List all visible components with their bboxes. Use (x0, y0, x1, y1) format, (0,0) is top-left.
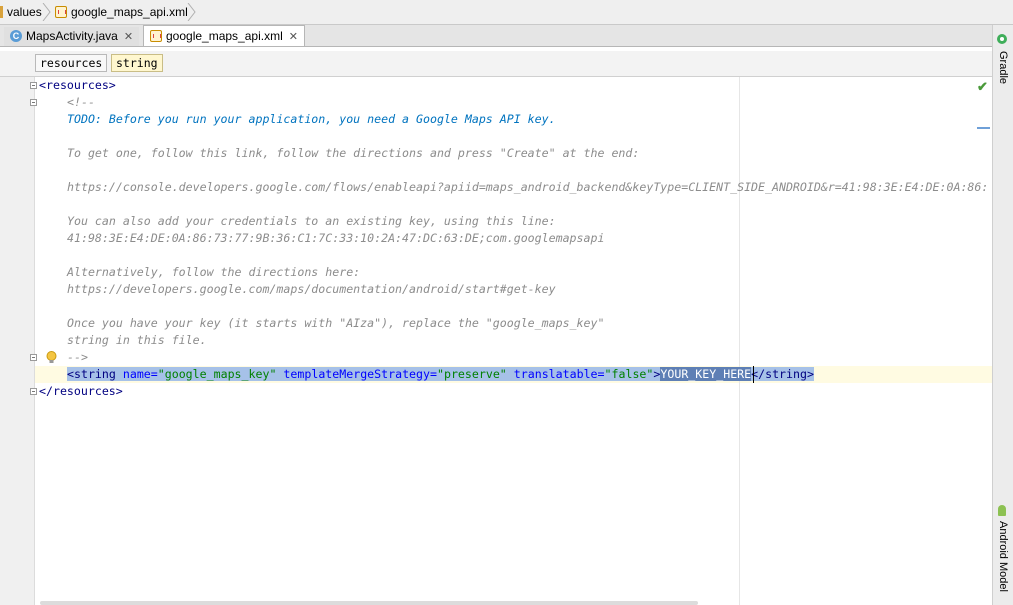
xml-file-icon (55, 6, 67, 18)
fold-marker-icon[interactable] (30, 82, 37, 89)
attribute-value: "google_maps_key" (157, 367, 277, 381)
code-line: Once you have your key (it starts with "… (67, 316, 605, 330)
path-item-string[interactable]: string (111, 54, 163, 72)
code-line: Alternatively, follow the directions her… (67, 265, 361, 279)
code-line: <resources> (39, 78, 116, 92)
attribute-value: "preserve" (436, 367, 507, 381)
editor-tab-bar: C MapsActivity.java ✕ google_maps_api.xml ✕ (0, 25, 992, 47)
android-icon (998, 505, 1006, 516)
checkmark-icon: ✔ (977, 79, 988, 94)
code-line: string in this file. (67, 333, 207, 347)
code-line: </resources> (39, 384, 123, 398)
close-icon[interactable]: ✕ (289, 31, 298, 43)
scroll-marker (977, 127, 990, 129)
code-line: https://console.developers.google.com/fl… (67, 180, 989, 194)
fold-marker-icon[interactable] (30, 354, 37, 361)
right-margin-guide (739, 77, 740, 605)
string-close-tag: </string> (751, 367, 814, 381)
tab-maps-activity[interactable]: C MapsActivity.java ✕ (4, 27, 140, 46)
code-line: To get one, follow this link, follow the… (67, 146, 640, 160)
code-line: TODO: Before you run your application, y… (67, 112, 556, 126)
gradle-tool-tab[interactable]: Gradle (997, 51, 1009, 84)
string-open-tag: <string (67, 367, 116, 381)
string-element-line: <string name="google_maps_key" templateM… (67, 366, 814, 383)
chevron-right-icon (42, 3, 51, 21)
code-line: You can also add your credentials to an … (67, 214, 556, 228)
gradle-icon (997, 34, 1007, 44)
fold-marker-icon[interactable] (30, 99, 37, 106)
navigation-breadcrumb: values google_maps_api.xml (0, 0, 1013, 25)
key-value-text[interactable]: YOUR_KEY_HERE (660, 367, 752, 381)
text-caret (753, 366, 754, 383)
xml-file-icon (150, 30, 162, 42)
code-line: --> (67, 350, 88, 364)
editor-gutter (0, 77, 35, 605)
attribute-value: "false" (604, 367, 654, 381)
breadcrumb-values[interactable]: values (0, 0, 42, 24)
attribute-translatable: translatable= (513, 367, 605, 381)
java-class-icon: C (10, 30, 22, 42)
attribute-merge-strategy: templateMergeStrategy= (283, 367, 437, 381)
folder-icon (0, 6, 3, 18)
code-line: <!-- (67, 95, 95, 109)
code-line: https://developers.google.com/maps/docum… (67, 282, 556, 296)
close-icon[interactable]: ✕ (124, 31, 133, 43)
path-item-resources[interactable]: resources (35, 54, 108, 72)
code-line: 41:98:3E:E4:DE:0A:86:73:77:9B:36:C1:7C:3… (67, 231, 605, 245)
breadcrumb-file[interactable]: google_maps_api.xml (55, 0, 188, 24)
fold-marker-icon[interactable] (30, 388, 37, 395)
horizontal-scrollbar[interactable] (40, 601, 698, 605)
xml-path-bar: resources string (0, 51, 992, 77)
android-model-tool-tab[interactable]: Android Model (997, 521, 1009, 592)
tab-google-maps-api[interactable]: google_maps_api.xml ✕ (143, 25, 305, 46)
right-tool-strip: Gradle Android Model (992, 25, 1013, 605)
lightbulb-icon[interactable] (46, 351, 57, 364)
attribute-name: name= (122, 367, 158, 381)
chevron-right-icon (187, 3, 196, 21)
